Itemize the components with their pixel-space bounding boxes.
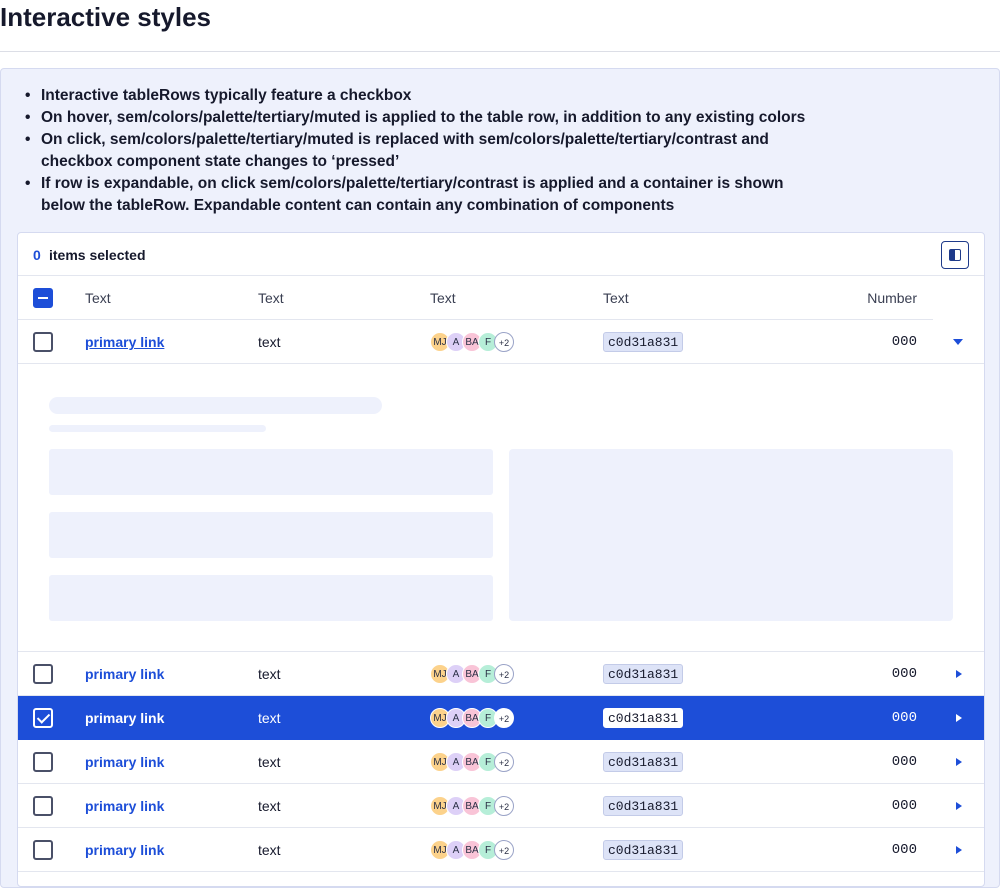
primary-link[interactable]: primary link xyxy=(85,666,164,682)
avatar-overflow: +2 xyxy=(494,708,514,728)
note-item: On click, sem/colors/palette/tertiary/mu… xyxy=(25,129,825,173)
columns-icon xyxy=(949,249,961,261)
chevron-right-icon xyxy=(956,802,962,810)
column-header[interactable]: Text xyxy=(85,276,111,320)
number-cell: 000 xyxy=(891,710,917,726)
text-cell: text xyxy=(258,842,281,858)
link-cell: primary link xyxy=(85,696,164,740)
skeleton-line xyxy=(49,425,266,432)
avatar-overflow: +2 xyxy=(494,332,514,352)
chevron-right-icon xyxy=(956,714,962,722)
number-cell: 000 xyxy=(891,842,917,858)
selected-count: 0 xyxy=(33,247,41,263)
text-cell: text xyxy=(258,798,281,814)
row-checkbox[interactable] xyxy=(33,752,53,772)
code-chip: c0d31a831 xyxy=(603,332,684,352)
code-chip: c0d31a831 xyxy=(603,840,684,860)
code-chip: c0d31a831 xyxy=(603,752,684,772)
row-checkbox[interactable] xyxy=(33,840,53,860)
table-row[interactable]: primary link text MJ A BA F +2 c0d31a831 000 xyxy=(18,652,984,696)
title-divider xyxy=(0,51,1000,52)
note-item: Interactive tableRows typically feature … xyxy=(25,85,825,107)
link-cell: primary link xyxy=(85,784,164,828)
data-table: 0 items selected Text Text Text Text Num… xyxy=(17,232,985,887)
link-cell: primary link xyxy=(85,652,164,696)
text-cell: text xyxy=(258,666,281,682)
primary-link[interactable]: primary link xyxy=(85,798,164,814)
code-cell: c0d31a831 xyxy=(603,332,684,352)
text-cell: text xyxy=(258,710,281,726)
code-chip: c0d31a831 xyxy=(603,708,684,728)
chevron-right-icon xyxy=(956,846,962,854)
avatar-overflow: +2 xyxy=(494,840,514,860)
primary-link[interactable]: primary link xyxy=(85,334,164,350)
expand-toggle[interactable] xyxy=(953,845,963,855)
code-cell: c0d31a831 xyxy=(603,840,684,860)
text-cell: text xyxy=(258,754,281,770)
expand-toggle[interactable] xyxy=(953,337,963,347)
table-row[interactable]: primary link text MJ A BA F +2 c0d31a831 000 xyxy=(18,740,984,784)
code-cell: c0d31a831 xyxy=(603,708,684,728)
table-row[interactable]: primary link text MJ A BA F +2 c0d31a831 000 xyxy=(18,320,984,364)
primary-link[interactable]: primary link xyxy=(85,710,164,726)
table-toolbar: 0 items selected xyxy=(18,233,984,276)
skeleton-panel xyxy=(509,449,953,621)
expand-toggle[interactable] xyxy=(953,757,963,767)
note-item: On hover, sem/colors/palette/tertiary/mu… xyxy=(25,107,825,129)
column-header[interactable]: Text xyxy=(258,276,284,320)
row-checkbox[interactable] xyxy=(33,332,53,352)
expand-toggle[interactable] xyxy=(953,669,963,679)
table-row[interactable]: primary link text MJ A BA F +2 c0d31a831 000 xyxy=(18,696,984,740)
text-cell: text xyxy=(258,334,281,350)
content-panel: Interactive tableRows typically feature … xyxy=(0,68,1000,888)
primary-link[interactable]: primary link xyxy=(85,754,164,770)
table-row[interactable]: primary link text MJ A BA F +2 c0d31a831 000 xyxy=(18,784,984,828)
row-checkbox[interactable] xyxy=(33,796,53,816)
expand-toggle[interactable] xyxy=(953,801,963,811)
columns-button[interactable] xyxy=(941,241,969,269)
column-header[interactable]: Text xyxy=(430,276,456,320)
note-item: If row is expandable, on click sem/color… xyxy=(25,173,825,217)
code-cell: c0d31a831 xyxy=(603,796,684,816)
table-header-row: Text Text Text Text Number xyxy=(18,276,933,320)
table-row[interactable]: primary link text MJ A BA F +2 c0d31a831 000 xyxy=(18,828,984,872)
column-header[interactable]: Number xyxy=(838,276,917,320)
chevron-right-icon xyxy=(956,670,962,678)
avatar-overflow: +2 xyxy=(494,664,514,684)
link-cell: primary link xyxy=(85,740,164,784)
number-cell: 000 xyxy=(891,666,917,682)
number-cell: 000 xyxy=(891,754,917,770)
primary-link[interactable]: primary link xyxy=(85,842,164,858)
number-cell: 000 xyxy=(891,334,917,350)
selected-label: items selected xyxy=(49,247,146,263)
chevron-right-icon xyxy=(956,758,962,766)
skeleton-block xyxy=(49,449,493,495)
expand-toggle[interactable] xyxy=(953,713,963,723)
avatar-overflow: +2 xyxy=(494,796,514,816)
code-cell: c0d31a831 xyxy=(603,752,684,772)
number-cell: 000 xyxy=(891,798,917,814)
column-header[interactable]: Text xyxy=(603,276,629,320)
page-title: Interactive styles xyxy=(0,2,212,32)
link-cell: primary link xyxy=(85,320,164,364)
expanded-content xyxy=(18,364,984,652)
chevron-down-icon xyxy=(953,339,963,345)
code-cell: c0d31a831 xyxy=(603,664,684,684)
link-cell: primary link xyxy=(85,828,164,872)
row-checkbox[interactable] xyxy=(33,664,53,684)
skeleton-block xyxy=(49,575,493,621)
code-chip: c0d31a831 xyxy=(603,796,684,816)
select-all-checkbox[interactable] xyxy=(33,288,53,308)
avatar-overflow: +2 xyxy=(494,752,514,772)
notes-list: Interactive tableRows typically feature … xyxy=(25,85,825,217)
skeleton-line xyxy=(49,397,382,414)
skeleton-block xyxy=(49,512,493,558)
code-chip: c0d31a831 xyxy=(603,664,684,684)
row-checkbox[interactable] xyxy=(33,708,53,728)
